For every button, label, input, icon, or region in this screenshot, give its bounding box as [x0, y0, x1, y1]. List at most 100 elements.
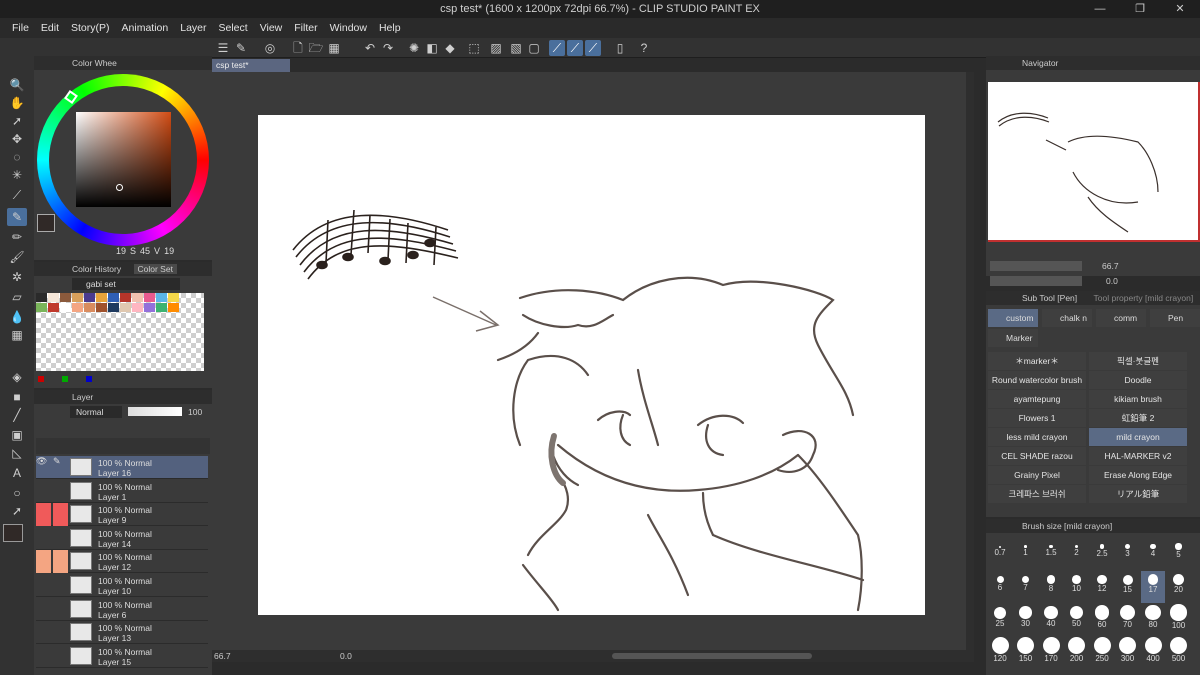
opacity-value[interactable]: 100 [188, 407, 202, 417]
color-swatch[interactable] [156, 293, 167, 302]
deselect-icon[interactable]: ▨ [488, 40, 504, 56]
color-swatch[interactable] [84, 293, 95, 302]
layer-visibility[interactable] [36, 480, 51, 503]
brush-size-option[interactable]: 120 [988, 637, 1012, 669]
hand-icon[interactable]: ✋ [7, 94, 27, 112]
color-swatch[interactable] [144, 303, 155, 312]
brush-size-option[interactable]: 30 [1014, 604, 1038, 636]
menu-select[interactable]: Select [219, 22, 248, 34]
brush-size-option[interactable]: 170 [1039, 637, 1063, 669]
layer-lock[interactable] [53, 480, 68, 503]
brush-item[interactable]: HAL-MARKER v2 [1089, 447, 1187, 465]
brush-icon[interactable]: 🖌 [7, 248, 27, 266]
canvas-paper[interactable] [258, 115, 925, 615]
layer-lock[interactable]: ✎ [53, 456, 68, 479]
layer-row[interactable]: 100 % Normal Layer 14 [36, 526, 208, 550]
loading-icon[interactable]: ✺ [406, 40, 422, 56]
brush-item[interactable]: CEL SHADE razou [988, 447, 1086, 465]
main-color-chip[interactable] [37, 214, 55, 232]
brush-item[interactable]: Erase Along Edge [1089, 466, 1187, 484]
brush-item[interactable]: Doodle [1089, 371, 1187, 389]
clear-icon[interactable]: ◧ [424, 40, 440, 56]
menu-window[interactable]: Window [330, 22, 367, 34]
brush-size-option[interactable]: 20 [1167, 571, 1191, 603]
layer-lock[interactable] [53, 574, 68, 597]
layer-row[interactable]: 100 % Normal Layer 12 [36, 550, 208, 574]
line-icon[interactable]: ╱ [7, 406, 27, 424]
brush-size-option[interactable]: 500 [1167, 637, 1191, 669]
menu-icon[interactable]: ☰ [215, 40, 231, 56]
auto-select-icon[interactable]: ✳ [7, 166, 27, 184]
brush-size-option[interactable]: 15 [1116, 571, 1140, 603]
status-zoom-value[interactable]: 66.7 [214, 651, 231, 661]
color-swatch[interactable] [60, 303, 71, 312]
brush-size-option[interactable]: 40 [1039, 604, 1063, 636]
layer-visibility[interactable] [36, 503, 51, 527]
brush-size-option[interactable]: 70 [1116, 604, 1140, 636]
menu-help[interactable]: Help [379, 22, 401, 34]
color-swatch[interactable] [168, 303, 179, 312]
blend-icon[interactable]: 💧 [7, 308, 27, 326]
brush-size-option[interactable]: 300 [1116, 637, 1140, 669]
brush-size-option[interactable]: 150 [1014, 637, 1038, 669]
brush-size-option[interactable]: 1.5 [1039, 538, 1063, 570]
eyedropper-icon[interactable]: ⟋ [7, 186, 27, 204]
color-swatch[interactable] [120, 293, 131, 302]
balloon-icon[interactable]: ○ [7, 484, 27, 502]
brush-size-option[interactable]: 250 [1090, 637, 1114, 669]
brush-item[interactable]: less mild crayon [988, 428, 1086, 446]
grid-icon[interactable]: ▦ [7, 326, 27, 344]
eraser-icon[interactable]: ▱ [7, 288, 27, 306]
layer-lock[interactable] [53, 598, 68, 621]
close-button[interactable]: ✕ [1160, 0, 1200, 18]
layer-visibility[interactable] [36, 645, 51, 668]
layer-lock[interactable] [53, 645, 68, 668]
menu-story[interactable]: Story(P) [71, 22, 110, 34]
smartphone-icon[interactable]: ▯ [612, 40, 628, 56]
navigator-tab[interactable]: Navigator [1022, 58, 1058, 68]
brush-size-option[interactable]: 1 [1014, 538, 1038, 570]
brush-size-option[interactable]: 17 [1141, 571, 1165, 603]
brush-item[interactable]: 虹鉛筆 2 [1089, 409, 1187, 427]
fill-icon[interactable]: ◆ [442, 40, 458, 56]
brush-size-option[interactable]: 5 [1167, 538, 1191, 570]
menu-filter[interactable]: Filter [294, 22, 317, 34]
pencil-icon[interactable]: ✏ [7, 228, 27, 246]
color-swatch[interactable] [48, 293, 59, 302]
color-set-select[interactable]: gabi set [72, 278, 180, 290]
maximize-button[interactable]: ❐ [1120, 0, 1160, 18]
brush-item[interactable]: kikiam brush [1089, 390, 1187, 408]
color-set-grid[interactable] [36, 293, 204, 371]
canvas-horizontal-scrollbar[interactable] [612, 653, 812, 659]
layer-visibility[interactable]: 👁 [36, 456, 51, 479]
brush-size-option[interactable]: 8 [1039, 571, 1063, 603]
clip-studio-icon[interactable]: ◎ [262, 40, 278, 56]
color-swatch[interactable] [156, 303, 167, 312]
color-swatch[interactable] [132, 293, 143, 302]
brush-item[interactable]: Grainy Pixel [988, 466, 1086, 484]
color-swatch[interactable] [48, 303, 59, 312]
quick-access-icon[interactable]: ✎ [233, 40, 249, 56]
ruler-icon[interactable]: ◺ [7, 444, 27, 462]
menu-file[interactable]: File [12, 22, 29, 34]
layer-lock[interactable] [53, 503, 68, 527]
layer-visibility[interactable] [36, 598, 51, 621]
brush-size-option[interactable]: 50 [1065, 604, 1089, 636]
layer-visibility[interactable] [36, 550, 51, 574]
brush-size-option[interactable]: 7 [1014, 571, 1038, 603]
brush-size-option[interactable]: 80 [1141, 604, 1165, 636]
move-icon[interactable]: ✥ [7, 130, 27, 148]
color-swatch[interactable] [144, 293, 155, 302]
snap-grid-icon[interactable]: ⟋ [585, 40, 601, 56]
invert-selection-icon[interactable]: ▧ [508, 40, 524, 56]
color-swatch[interactable] [84, 303, 95, 312]
layer-lock[interactable] [53, 527, 68, 550]
undo-icon[interactable]: ↶ [362, 40, 378, 56]
navigator-zoom-value[interactable]: 66.7 [1102, 261, 1119, 271]
color-swatch[interactable] [72, 303, 83, 312]
subtool-tab[interactable]: Sub Tool [Pen] [1022, 293, 1077, 303]
layer-lock[interactable] [53, 550, 68, 574]
menu-view[interactable]: View [260, 22, 283, 34]
correct-line-icon[interactable]: ➚ [7, 502, 27, 520]
brush-size-option[interactable]: 6 [988, 571, 1012, 603]
